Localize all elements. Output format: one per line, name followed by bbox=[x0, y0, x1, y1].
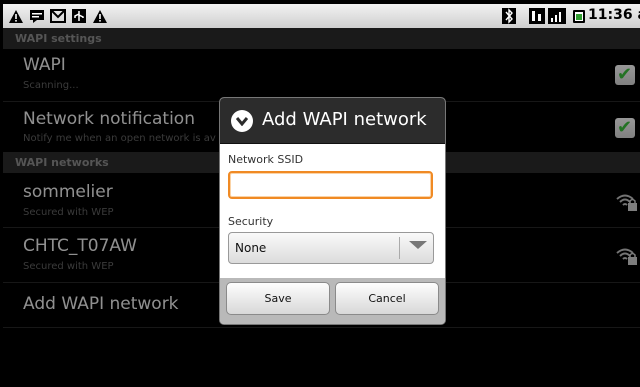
chat-icon bbox=[28, 7, 46, 25]
chevron-down-circle-icon bbox=[231, 110, 253, 132]
usb-icon bbox=[70, 7, 88, 25]
signal-icon bbox=[548, 7, 566, 25]
cancel-button[interactable]: Cancel bbox=[335, 282, 439, 315]
dialog-title: Add WAPI network bbox=[262, 109, 427, 130]
mail-icon bbox=[49, 7, 67, 25]
add-wapi-network-dialog: Add WAPI network Network SSID Security N… bbox=[220, 98, 445, 324]
warning-icon bbox=[7, 7, 25, 25]
warning-icon bbox=[91, 7, 109, 25]
clock-time: 11:36 am bbox=[588, 7, 640, 23]
dialog-title-bar: Add WAPI network bbox=[220, 98, 445, 144]
select-separator bbox=[399, 237, 400, 259]
dialog-button-bar: Save Cancel bbox=[220, 278, 445, 324]
battery-icon bbox=[570, 7, 588, 25]
bluetooth-icon bbox=[500, 7, 518, 25]
status-bar: 11:36 am bbox=[3, 4, 640, 29]
screen: 11:36 am WAPI settings WAPI Scanning... … bbox=[3, 4, 640, 387]
security-label: Security bbox=[228, 215, 274, 228]
network-3g-icon bbox=[528, 7, 546, 25]
network-ssid-input[interactable] bbox=[228, 171, 433, 199]
save-button[interactable]: Save bbox=[226, 282, 330, 315]
security-selected-value: None bbox=[235, 241, 267, 255]
security-select[interactable]: None bbox=[228, 232, 434, 264]
network-ssid-label: Network SSID bbox=[228, 153, 304, 166]
dropdown-arrow-icon bbox=[409, 241, 427, 249]
